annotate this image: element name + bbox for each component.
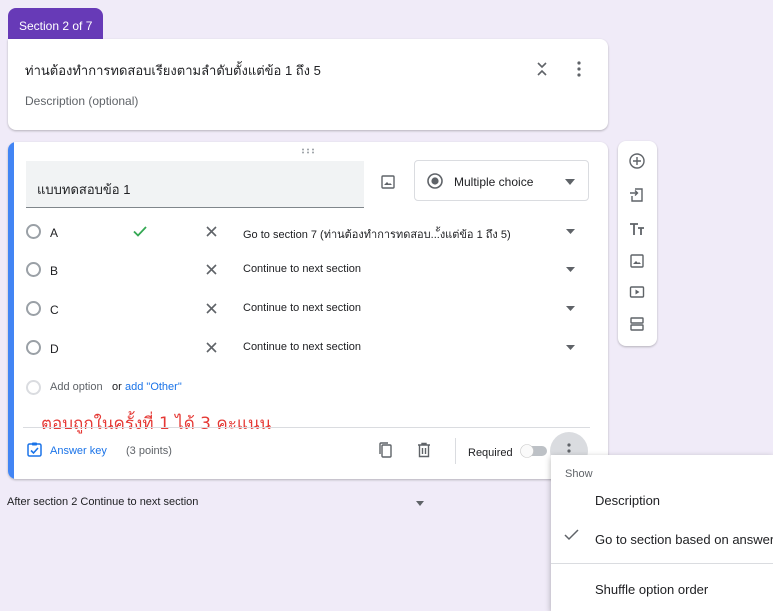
add-option-button[interactable]: Add option: [50, 381, 103, 393]
option-goto-select[interactable]: Go to section 7 (ท่านต้องทำการทดสอบ...ั้…: [243, 225, 511, 243]
question-title-text: แบบทดสอบข้อ 1: [37, 182, 131, 197]
section-tab: Section 2 of 7: [8, 8, 103, 42]
options-menu: Show Description Go to section based on …: [551, 455, 773, 611]
option-row[interactable]: D Continue to next section: [26, 334, 591, 364]
option-row[interactable]: C Continue to next section: [26, 295, 591, 325]
add-section-icon[interactable]: [629, 316, 645, 332]
footer-vertical-divider: [455, 438, 456, 464]
option-label[interactable]: B: [50, 264, 58, 278]
question-title-input[interactable]: แบบทดสอบข้อ 1: [26, 161, 364, 208]
option-goto-select[interactable]: Continue to next section: [243, 302, 361, 314]
chevron-down-icon: [566, 345, 575, 350]
option-radio: [26, 224, 41, 239]
more-vert-icon[interactable]: [576, 61, 582, 77]
add-image-icon[interactable]: [381, 175, 395, 189]
add-question-icon[interactable]: [629, 153, 645, 169]
menu-item-shuffle[interactable]: Shuffle option order: [595, 582, 708, 597]
add-option-row: Add option or add "Other": [26, 378, 426, 398]
add-title-icon[interactable]: [629, 221, 645, 237]
answer-key-icon[interactable]: [27, 442, 42, 457]
floating-toolbar: [618, 141, 657, 346]
add-video-icon[interactable]: [629, 284, 645, 300]
required-label: Required: [468, 447, 513, 459]
chevron-down-icon: [566, 267, 575, 272]
after-section-select[interactable]: After section 2 Continue to next section: [7, 496, 198, 508]
section-title[interactable]: ท่านต้องทำการทดสอบเรียงตามลำดับตั้งแต่ข้…: [25, 60, 321, 81]
active-accent-bar: [8, 142, 14, 479]
menu-item-description[interactable]: Description: [595, 493, 660, 508]
import-questions-icon[interactable]: [629, 187, 645, 203]
points-label: (3 points): [126, 445, 172, 457]
option-radio: [26, 262, 41, 277]
required-toggle[interactable]: [520, 444, 550, 458]
section-description-input[interactable]: Description (optional): [25, 94, 138, 108]
add-other-button[interactable]: add "Other": [125, 381, 182, 393]
remove-option-icon[interactable]: [206, 226, 217, 237]
add-image-icon[interactable]: [629, 253, 645, 269]
option-radio: [26, 380, 41, 395]
chevron-down-icon: [566, 229, 575, 234]
duplicate-icon[interactable]: [378, 442, 392, 458]
option-label[interactable]: D: [50, 342, 59, 356]
menu-item-go-to-section[interactable]: Go to section based on answer: [595, 532, 773, 547]
remove-option-icon[interactable]: [206, 264, 217, 275]
collapse-icon[interactable]: [536, 61, 548, 77]
drag-handle-icon[interactable]: [301, 148, 315, 154]
section-header-card: ท่านต้องทำการทดสอบเรียงตามลำดับตั้งแต่ข้…: [8, 39, 608, 130]
question-card[interactable]: แบบทดสอบข้อ 1 Multiple choice A Go to se…: [8, 142, 608, 479]
footer-divider: [23, 427, 590, 428]
menu-divider: [551, 563, 773, 564]
option-row[interactable]: B Continue to next section: [26, 256, 591, 286]
remove-option-icon[interactable]: [206, 303, 217, 314]
correct-answer-check-icon: [133, 226, 147, 237]
question-type-label: Multiple choice: [454, 175, 534, 189]
check-icon: [564, 529, 579, 541]
chevron-down-icon: [565, 179, 575, 185]
option-label[interactable]: C: [50, 303, 59, 317]
question-type-select[interactable]: Multiple choice: [414, 160, 589, 201]
remove-option-icon[interactable]: [206, 342, 217, 353]
or-text: or: [112, 381, 122, 393]
chevron-down-icon[interactable]: [416, 501, 424, 506]
option-goto-select[interactable]: Continue to next section: [243, 263, 361, 275]
option-radio: [26, 301, 41, 316]
answer-key-button[interactable]: Answer key: [50, 445, 107, 457]
option-row[interactable]: A Go to section 7 (ท่านต้องทำการทดสอบ...…: [26, 218, 591, 248]
menu-show-header: Show: [565, 468, 593, 480]
option-radio: [26, 340, 41, 355]
chevron-down-icon: [566, 306, 575, 311]
option-label[interactable]: A: [50, 226, 58, 240]
radio-button-icon: [427, 173, 443, 189]
option-goto-select[interactable]: Continue to next section: [243, 341, 361, 353]
delete-icon[interactable]: [417, 442, 431, 458]
annotation-text: ตอบถูกในครั้งที่ 1 ได้ 3 คะแนน: [41, 414, 272, 434]
